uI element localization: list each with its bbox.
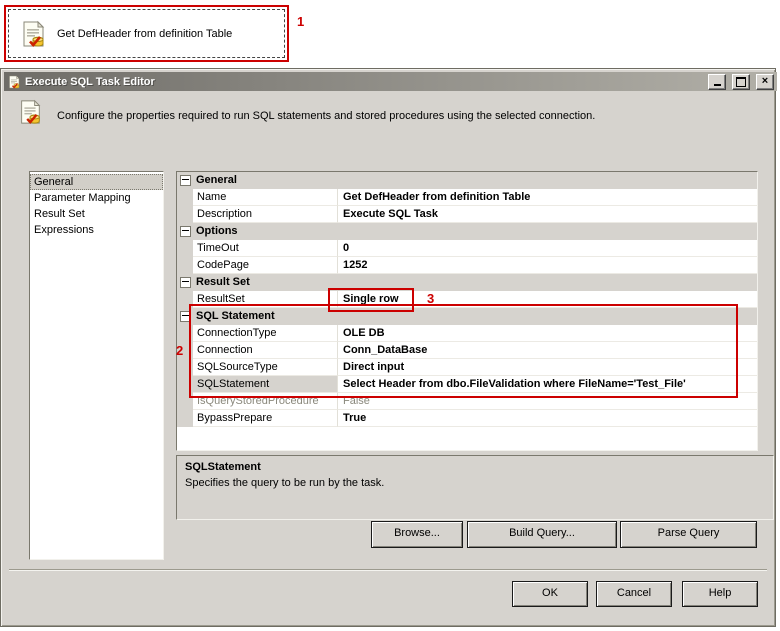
property-value[interactable]: OLE DB: [338, 325, 757, 342]
row-gutter: [177, 240, 193, 257]
collapse-icon[interactable]: [177, 274, 193, 291]
execute-sql-task-editor-dialog: Execute SQL Task Editor × Configure the …: [0, 68, 777, 627]
category-label: Result Set: [196, 276, 250, 288]
property-name[interactable]: TimeOut: [193, 240, 338, 257]
close-button[interactable]: ×: [756, 73, 774, 90]
property-name[interactable]: BypassPrepare: [193, 410, 338, 427]
property-value[interactable]: Single row: [338, 291, 757, 308]
ok-button[interactable]: OK: [512, 581, 588, 607]
annotation-number-1: 1: [297, 14, 305, 29]
parse-query-button[interactable]: Parse Query: [620, 521, 757, 548]
property-row[interactable]: SQLSourceType Direct input: [177, 359, 757, 376]
row-gutter: [177, 359, 193, 376]
minimize-icon: [713, 83, 721, 86]
property-value: False: [338, 393, 757, 410]
property-value[interactable]: Get DefHeader from definition Table: [338, 189, 757, 206]
sidebar-item-result-set[interactable]: Result Set: [30, 206, 163, 222]
maximize-button[interactable]: [732, 73, 750, 90]
sql-task-icon: [19, 20, 47, 48]
property-name[interactable]: Description: [193, 206, 338, 223]
sidebar-item-expressions[interactable]: Expressions: [30, 222, 163, 238]
dialog-title: Execute SQL Task Editor: [25, 75, 155, 88]
collapse-icon[interactable]: [177, 223, 193, 240]
property-help-panel: SQLStatement Specifies the query to be r…: [176, 455, 774, 520]
collapse-icon[interactable]: [177, 308, 193, 325]
dialog-titlebar[interactable]: Execute SQL Task Editor ×: [4, 72, 777, 91]
pages-listbox: General Parameter Mapping Result Set Exp…: [29, 171, 164, 560]
row-gutter: [177, 291, 193, 308]
row-gutter: [177, 393, 193, 410]
browse-button[interactable]: Browse...: [371, 521, 463, 548]
category-row-general[interactable]: General: [177, 172, 757, 189]
category-label: Options: [196, 225, 238, 237]
property-help-title: SQLStatement: [185, 461, 261, 473]
build-query-button[interactable]: Build Query...: [467, 521, 617, 548]
property-value[interactable]: 0: [338, 240, 757, 257]
row-gutter: [177, 189, 193, 206]
ssis-task-box[interactable]: Get DefHeader from definition Table: [8, 9, 285, 58]
dialog-description: Configure the properties required to run…: [57, 110, 596, 122]
property-name[interactable]: ResultSet: [193, 291, 338, 308]
property-value[interactable]: Select Header from dbo.FileValidation wh…: [338, 376, 757, 393]
property-row[interactable]: CodePage 1252: [177, 257, 757, 274]
row-gutter: [177, 325, 193, 342]
maximize-icon: [736, 76, 746, 87]
property-value[interactable]: Conn_DataBase: [338, 342, 757, 359]
screenshot-root: { "annotations": { "one": "1", "two": "2…: [0, 0, 780, 631]
cancel-button[interactable]: Cancel: [596, 581, 672, 607]
help-button[interactable]: Help: [682, 581, 758, 607]
property-row[interactable]: Description Execute SQL Task: [177, 206, 757, 223]
property-value[interactable]: 1252: [338, 257, 757, 274]
property-name[interactable]: Connection: [193, 342, 338, 359]
property-name: IsQueryStoredProcedure: [193, 393, 338, 410]
annotation-number-3: 3: [427, 291, 435, 306]
property-name[interactable]: SQLStatement: [193, 376, 338, 393]
sql-task-icon: [17, 99, 43, 125]
property-name[interactable]: ConnectionType: [193, 325, 338, 342]
minimize-button[interactable]: [708, 73, 726, 90]
category-row-result-set[interactable]: Result Set: [177, 274, 757, 291]
annotation-box-1: Get DefHeader from definition Table: [4, 5, 289, 62]
property-row-resultset[interactable]: ResultSet Single row: [177, 291, 757, 308]
row-gutter: [177, 376, 193, 393]
property-name[interactable]: SQLSourceType: [193, 359, 338, 376]
collapse-icon[interactable]: [177, 172, 193, 189]
property-name[interactable]: Name: [193, 189, 338, 206]
property-value[interactable]: Execute SQL Task: [338, 206, 757, 223]
property-help-text: Specifies the query to be run by the tas…: [185, 477, 385, 489]
sidebar-item-general[interactable]: General: [30, 174, 163, 190]
property-value[interactable]: True: [338, 410, 757, 427]
property-row[interactable]: TimeOut 0: [177, 240, 757, 257]
property-row-disabled: IsQueryStoredProcedure False: [177, 393, 757, 410]
annotation-number-2: 2: [176, 343, 184, 358]
row-gutter: [177, 410, 193, 427]
category-row-sql-statement[interactable]: SQL Statement: [177, 308, 757, 325]
row-gutter: [177, 257, 193, 274]
property-row-sqlstatement[interactable]: SQLStatement Select Header from dbo.File…: [177, 376, 757, 393]
property-value[interactable]: Direct input: [338, 359, 757, 376]
category-label: General: [196, 174, 237, 186]
property-grid: General Name Get DefHeader from definiti…: [176, 171, 758, 451]
separator: [9, 569, 767, 571]
property-row[interactable]: Connection Conn_DataBase: [177, 342, 757, 359]
property-row[interactable]: BypassPrepare True: [177, 410, 757, 427]
category-label: SQL Statement: [196, 310, 275, 322]
sidebar-item-parameter-mapping[interactable]: Parameter Mapping: [30, 190, 163, 206]
row-gutter: [177, 206, 193, 223]
property-row[interactable]: ConnectionType OLE DB: [177, 325, 757, 342]
property-row[interactable]: Name Get DefHeader from definition Table: [177, 189, 757, 206]
property-name[interactable]: CodePage: [193, 257, 338, 274]
task-label: Get DefHeader from definition Table: [57, 27, 233, 40]
close-icon: ×: [761, 75, 769, 87]
category-row-options[interactable]: Options: [177, 223, 757, 240]
sql-task-icon: [7, 75, 21, 89]
